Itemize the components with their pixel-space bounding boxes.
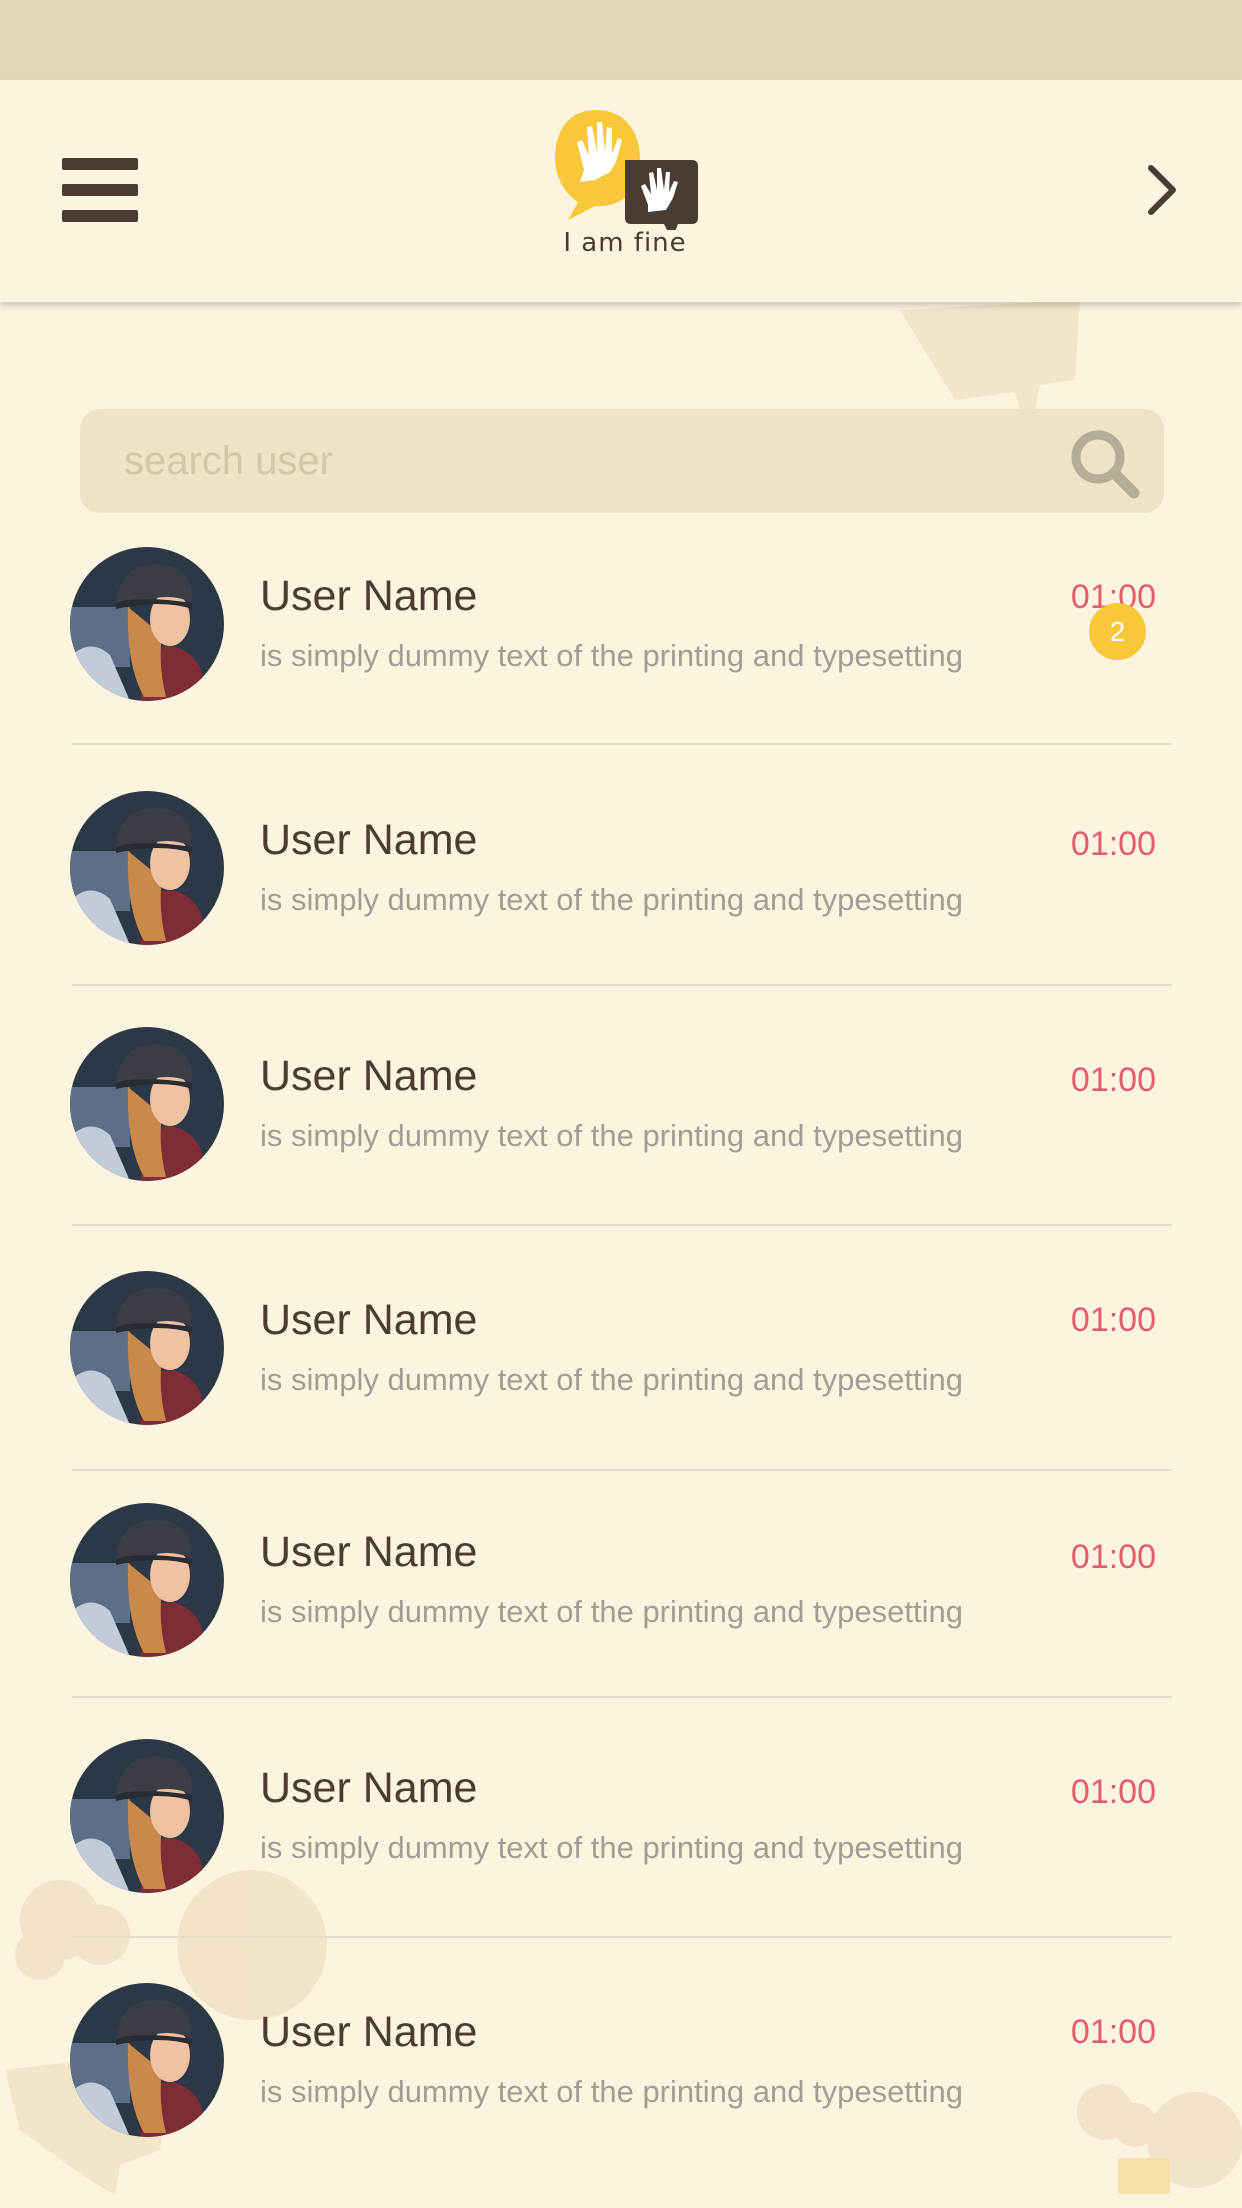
chat-list: User Name is simply dummy text of the pri… (0, 0, 1242, 2208)
avatar (70, 791, 224, 945)
avatar-photo (70, 1739, 224, 1893)
message-time: 01:00 (1070, 2013, 1156, 2051)
chevron-right-icon (1148, 165, 1176, 215)
user-name: User Name (260, 1528, 478, 1576)
hands-logo-icon (555, 110, 698, 240)
avatar-photo (70, 547, 224, 701)
menu-button[interactable] (50, 150, 150, 230)
row-divider (72, 1696, 1172, 1698)
avatar (70, 1739, 224, 1893)
message-preview: is simply dummy text of the printing and… (260, 1362, 963, 1397)
message-time: 01:00 (1070, 1061, 1156, 1099)
user-name: User Name (260, 1764, 478, 1812)
avatar (70, 1027, 224, 1181)
message-preview: is simply dummy text of the printing and… (260, 638, 963, 673)
message-time: 01:00 (1070, 1538, 1156, 1576)
app-header: I am fine (0, 80, 1242, 302)
message-preview: is simply dummy text of the printing and… (260, 2074, 963, 2109)
avatar (70, 1503, 224, 1657)
avatar-photo (70, 1503, 224, 1657)
user-name: User Name (260, 2008, 478, 2056)
avatar (70, 1983, 224, 2137)
avatar (70, 547, 224, 701)
message-time: 01:00 (1070, 1773, 1156, 1811)
row-divider (72, 1224, 1172, 1226)
user-name: User Name (260, 1296, 478, 1344)
hamburger-icon (62, 158, 138, 222)
row-divider (72, 1936, 1172, 1938)
avatar (70, 1271, 224, 1425)
message-preview: is simply dummy text of the printing and… (260, 1830, 963, 1865)
user-name: User Name (260, 1052, 478, 1100)
message-time: 01:00 (1070, 825, 1156, 863)
row-divider (72, 1469, 1172, 1471)
row-divider (72, 984, 1172, 986)
avatar-photo (70, 1271, 224, 1425)
user-name: User Name (260, 816, 478, 864)
avatar-photo (70, 1983, 224, 2137)
message-time: 01:00 (1070, 1301, 1156, 1339)
avatar-photo (70, 1027, 224, 1181)
message-preview: is simply dummy text of the printing and… (260, 1594, 963, 1629)
avatar-photo (70, 791, 224, 945)
next-button[interactable] (1132, 155, 1192, 225)
unread-badge: 2 (1089, 603, 1146, 660)
message-preview: is simply dummy text of the printing and… (260, 1118, 963, 1153)
logo-text: I am fine (563, 228, 687, 258)
message-preview: is simply dummy text of the printing and… (260, 882, 963, 917)
row-divider (72, 743, 1172, 745)
app-logo: I am fine (540, 110, 710, 270)
user-name: User Name (260, 572, 478, 620)
